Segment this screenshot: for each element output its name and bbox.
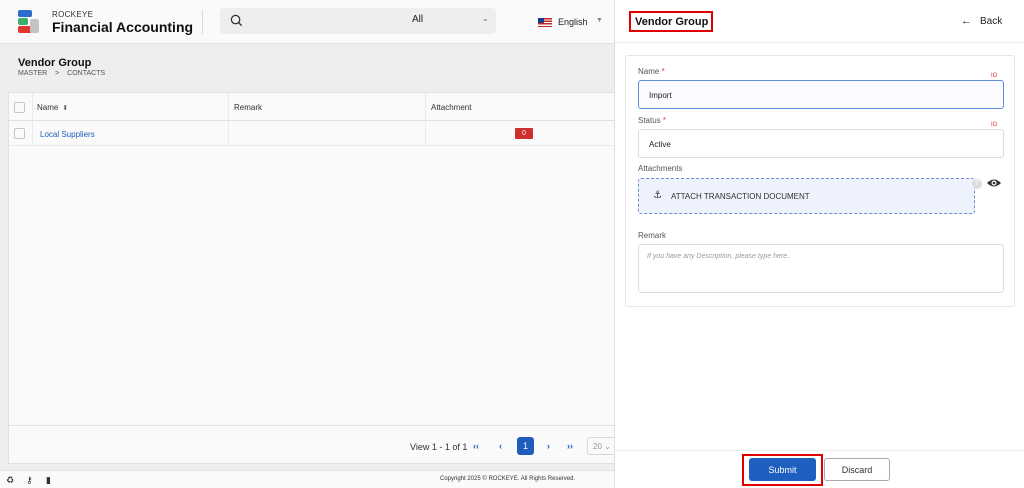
arrow-left-icon: ← — [961, 15, 972, 27]
remark-textarea[interactable]: If you have any Description, please type… — [638, 244, 1004, 293]
drawer-header: Vendor Group ← Back — [615, 0, 1024, 43]
submit-button[interactable]: Submit — [749, 458, 816, 481]
help-icon[interactable]: ? — [972, 179, 982, 189]
eye-icon[interactable] — [986, 177, 1002, 189]
name-label: Name * — [638, 67, 665, 76]
discard-button[interactable]: Discard — [824, 458, 890, 481]
attachments-label: Attachments — [638, 164, 683, 173]
back-button[interactable]: ← Back — [961, 15, 1002, 27]
remark-label: Remark — [638, 231, 667, 240]
anchor-icon: ⚓ — [653, 190, 662, 201]
vendor-group-form: Name * IO Import Status * IO Active Atta… — [625, 55, 1015, 307]
drawer-footer: Submit Discard — [615, 450, 1024, 488]
backdrop-overlay[interactable] — [0, 0, 614, 488]
status-label: Status * — [638, 116, 667, 125]
attach-document-label: ATTACH TRANSACTION DOCUMENT — [671, 192, 810, 201]
name-io-tag: IO — [991, 73, 998, 79]
drawer-title: Vendor Group — [629, 11, 713, 32]
vendor-group-drawer: Vendor Group ← Back Name * IO Import Stat… — [614, 0, 1024, 488]
attach-document-button[interactable]: ⚓ ATTACH TRANSACTION DOCUMENT — [638, 178, 975, 214]
name-input[interactable]: Import — [638, 80, 1004, 109]
status-io-tag: IO — [991, 122, 998, 128]
status-select[interactable]: Active — [638, 129, 1004, 158]
